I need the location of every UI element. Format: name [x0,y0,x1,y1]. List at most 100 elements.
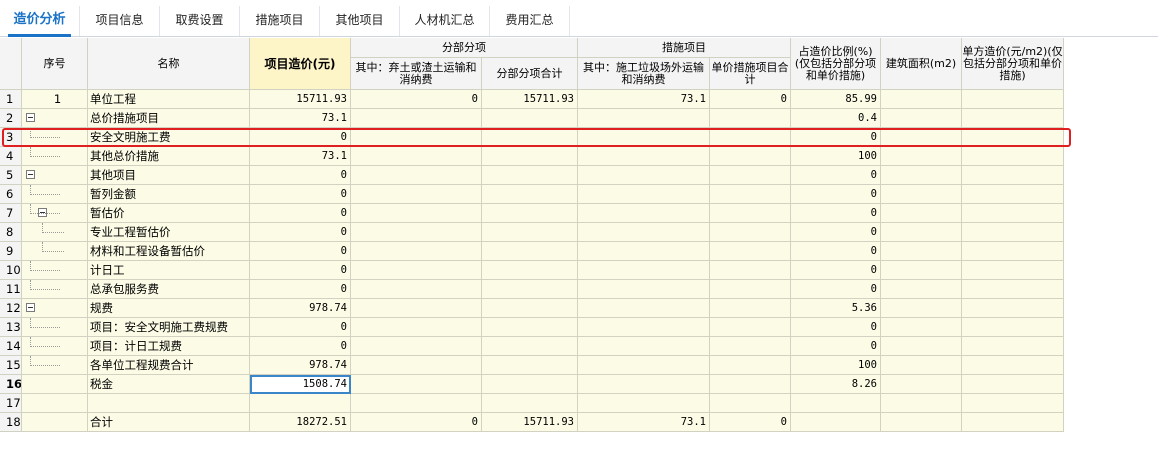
cell-ratio[interactable]: 0 [791,318,881,337]
tab-fee-summary[interactable]: 费用汇总 [490,6,570,36]
cell-unit-measures-total[interactable] [710,280,791,299]
row-index[interactable]: 16 [0,375,22,394]
cell-sub-items-waste[interactable] [351,223,482,242]
cell-area[interactable] [881,128,962,147]
cell-unit-cost[interactable] [962,261,1064,280]
tab-labor-material-machine[interactable]: 人材机汇总 [400,6,490,36]
cell-name[interactable]: 税金 [88,375,250,394]
cell-area[interactable] [881,223,962,242]
cell-sub-items-waste[interactable] [351,185,482,204]
cell-unit-measures-total[interactable] [710,109,791,128]
cell-project-cost[interactable]: 0 [250,337,351,356]
row-index[interactable]: 11 [0,280,22,299]
cell-ratio[interactable]: 5.36 [791,299,881,318]
cell-ratio[interactable]: 0 [791,242,881,261]
cell-project-cost[interactable]: 978.74 [250,299,351,318]
cell-unit-cost[interactable] [962,242,1064,261]
collapse-icon[interactable] [26,113,35,122]
cell-project-cost[interactable]: 0 [250,223,351,242]
cell-sub-items-total[interactable] [482,147,578,166]
cell-measures-waste[interactable] [578,299,710,318]
cell-ratio[interactable]: 85.99 [791,90,881,109]
cell-measures-waste[interactable] [578,223,710,242]
cell-unit-measures-total[interactable] [710,299,791,318]
cell-measures-waste[interactable] [578,166,710,185]
row-index[interactable]: 8 [0,223,22,242]
tab-cost-analysis[interactable]: 造价分析 [0,6,80,37]
row-index[interactable]: 4 [0,147,22,166]
cell-seq[interactable] [22,375,88,394]
cell-area[interactable] [881,204,962,223]
cell-sub-items-waste[interactable]: 0 [351,90,482,109]
cell-sub-items-total[interactable] [482,280,578,299]
cell-name[interactable]: 暂列金额 [88,185,250,204]
cell-name[interactable]: 总承包服务费 [88,280,250,299]
cell-unit-measures-total[interactable] [710,185,791,204]
cell-sub-items-total[interactable] [482,242,578,261]
cell-measures-waste[interactable] [578,375,710,394]
cell-ratio[interactable]: 0 [791,261,881,280]
cell-sub-items-total[interactable] [482,185,578,204]
cell-sub-items-waste[interactable] [351,299,482,318]
row-index[interactable]: 2 [0,109,22,128]
cell-unit-cost[interactable] [962,318,1064,337]
cell-area[interactable] [881,261,962,280]
cell-measures-waste[interactable] [578,109,710,128]
cell-area[interactable] [881,280,962,299]
row-index[interactable]: 18 [0,413,22,432]
cell-unit-cost[interactable] [962,394,1064,413]
cell-unit-cost[interactable] [962,299,1064,318]
cell-project-cost[interactable]: 0 [250,185,351,204]
cell-sub-items-total[interactable] [482,356,578,375]
cell-ratio[interactable]: 0 [791,280,881,299]
cell-unit-measures-total[interactable] [710,204,791,223]
tab-project-info[interactable]: 项目信息 [80,6,160,36]
cell-project-cost[interactable]: 0 [250,261,351,280]
cell-unit-measures-total[interactable] [710,375,791,394]
cell-name[interactable]: 其他总价措施 [88,147,250,166]
cell-project-cost[interactable]: 18272.51 [250,413,351,432]
tab-fee-settings[interactable]: 取费设置 [160,6,240,36]
tab-other-items[interactable]: 其他项目 [320,6,400,36]
row-index[interactable]: 7 [0,204,22,223]
cell-unit-cost[interactable] [962,128,1064,147]
cell-sub-items-waste[interactable] [351,318,482,337]
cell-sub-items-waste[interactable] [351,394,482,413]
cell-ratio[interactable] [791,394,881,413]
cell-unit-measures-total[interactable] [710,337,791,356]
cell-unit-cost[interactable] [962,204,1064,223]
cell-area[interactable] [881,109,962,128]
cell-sub-items-total[interactable] [482,109,578,128]
cell-area[interactable] [881,90,962,109]
cell-unit-measures-total[interactable] [710,242,791,261]
cell-area[interactable] [881,242,962,261]
cell-project-cost[interactable]: 1508.74 [250,375,351,394]
cell-unit-cost[interactable] [962,280,1064,299]
row-index[interactable]: 5 [0,166,22,185]
cell-name[interactable]: 各单位工程规费合计 [88,356,250,375]
cell-unit-measures-total[interactable] [710,261,791,280]
cell-sub-items-total[interactable] [482,318,578,337]
row-index[interactable]: 3 [0,128,22,147]
cell-area[interactable] [881,299,962,318]
cell-sub-items-waste[interactable] [351,356,482,375]
cell-unit-cost[interactable] [962,147,1064,166]
cell-sub-items-total[interactable] [482,299,578,318]
cell-project-cost[interactable] [250,394,351,413]
cell-sub-items-total[interactable] [482,337,578,356]
cell-unit-cost[interactable] [962,90,1064,109]
cell-measures-waste[interactable] [578,280,710,299]
cell-unit-cost[interactable] [962,356,1064,375]
cell-unit-measures-total[interactable]: 0 [710,90,791,109]
cell-area[interactable] [881,147,962,166]
row-index[interactable]: 12 [0,299,22,318]
cell-measures-waste[interactable] [578,261,710,280]
cell-unit-measures-total[interactable] [710,223,791,242]
row-index[interactable]: 6 [0,185,22,204]
cell-unit-cost[interactable] [962,185,1064,204]
cell-measures-waste[interactable] [578,185,710,204]
cell-name[interactable]: 总价措施项目 [88,109,250,128]
cell-ratio[interactable]: 0 [791,204,881,223]
cell-project-cost[interactable]: 0 [250,204,351,223]
cell-name[interactable] [88,394,250,413]
